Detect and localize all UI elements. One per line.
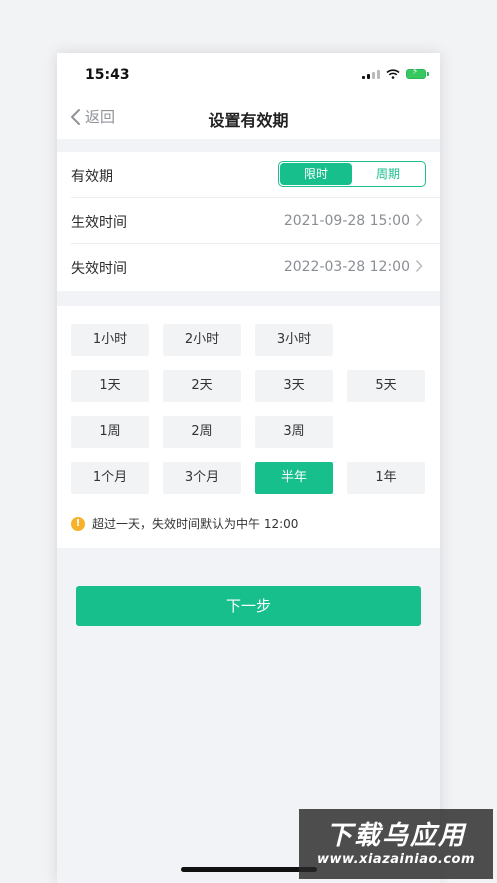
watermark-title: 下载乌应用: [325, 821, 466, 851]
duration-option-selected[interactable]: 半年: [255, 462, 333, 494]
validity-row: 有效期 限时 周期: [57, 152, 440, 198]
phone-screen: 15:43 ⚡ 返回 设置有效期 有效期 限时 周期 生效时间 2021-09-…: [57, 53, 440, 883]
status-icons: ⚡: [362, 67, 429, 79]
duration-option[interactable]: 3周: [255, 416, 333, 448]
watermark-url: www.xiazainiao.com: [316, 852, 476, 867]
chevron-right-icon: [415, 260, 423, 272]
duration-option[interactable]: 5天: [347, 370, 425, 402]
validity-type-toggle[interactable]: 限时 周期: [278, 161, 426, 187]
validity-settings-card: 有效期 限时 周期 生效时间 2021-09-28 15:00 失效时间 202…: [57, 152, 440, 291]
duration-option[interactable]: 2天: [163, 370, 241, 402]
duration-option[interactable]: 3天: [255, 370, 333, 402]
duration-option[interactable]: 1个月: [71, 462, 149, 494]
end-time-value: 2022-03-28 12:00: [283, 259, 410, 275]
duration-option[interactable]: 3个月: [163, 462, 241, 494]
cellular-signal-icon: [362, 69, 380, 79]
end-time-row[interactable]: 失效时间 2022-03-28 12:00: [57, 244, 440, 290]
segment-limited-time[interactable]: 限时: [280, 163, 352, 185]
segment-periodic[interactable]: 周期: [352, 163, 424, 185]
duration-options-card: 1小时 2小时 3小时 1天 2天 3天 5天 1周 2周 3周 1个月 3个月…: [57, 306, 440, 548]
warning-icon: !: [71, 516, 85, 531]
battery-charging-icon: ⚡: [406, 67, 429, 79]
status-time: 15:43: [85, 67, 130, 83]
duration-option[interactable]: 1天: [71, 370, 149, 402]
start-time-row[interactable]: 生效时间 2021-09-28 15:00: [57, 198, 440, 244]
page-title: 设置有效期: [208, 111, 289, 130]
duration-option[interactable]: 1周: [71, 416, 149, 448]
note-text: 超过一天，失效时间默认为中午 12:00: [92, 517, 299, 531]
duration-option[interactable]: 2小时: [163, 324, 241, 356]
end-time-label: 失效时间: [71, 261, 127, 277]
home-indicator: [181, 867, 317, 872]
validity-label: 有效期: [71, 169, 113, 185]
status-bar: 15:43 ⚡: [57, 53, 440, 93]
duration-option[interactable]: 1小时: [71, 324, 149, 356]
duration-option[interactable]: 3小时: [255, 324, 333, 356]
default-time-note: ! 超过一天，失效时间默认为中午 12:00: [71, 515, 298, 532]
next-step-button[interactable]: 下一步: [76, 586, 421, 626]
wifi-icon: [386, 69, 400, 79]
start-time-value: 2021-09-28 15:00: [283, 213, 410, 229]
site-watermark: 下载乌应用 www.xiazainiao.com: [299, 809, 493, 879]
start-time-label: 生效时间: [71, 215, 127, 231]
duration-option[interactable]: 1年: [347, 462, 425, 494]
navigation-bar: 返回 设置有效期: [57, 93, 440, 139]
chevron-right-icon: [415, 214, 423, 226]
duration-option[interactable]: 2周: [163, 416, 241, 448]
